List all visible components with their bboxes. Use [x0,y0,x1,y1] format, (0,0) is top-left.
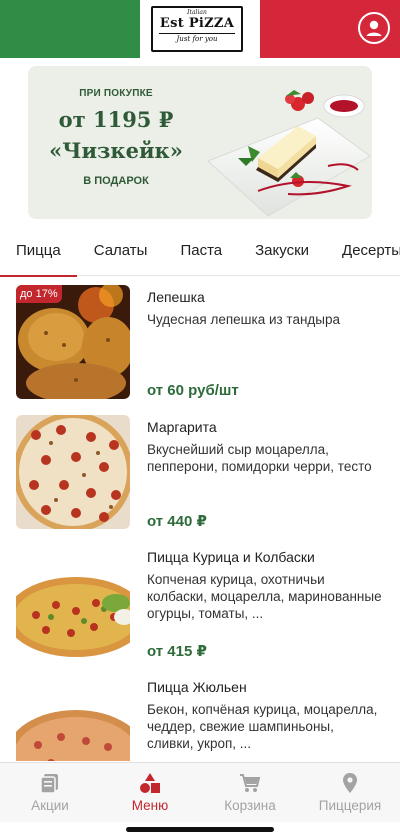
profile-button[interactable] [358,12,390,44]
logo[interactable]: Italian Est PiZZA Just for you [151,6,243,52]
nav-menu[interactable]: Меню [100,763,200,822]
promo-line-condition: ПРИ ПОКУПКЕ [79,88,153,99]
menu-icon [140,773,160,793]
app-header: Italian Est PiZZA Just for you [0,0,400,58]
product-list: до 17% Лепешка Чудесная лепешка из танды… [0,283,400,761]
logo-sub-text: Just for you [176,35,218,43]
nav-label: Меню [131,798,169,813]
tab-pasta[interactable]: Паста [180,232,222,276]
margherita-image [16,415,130,529]
nav-cart[interactable]: Корзина [200,763,300,822]
product-price: от 60 руб/шт [147,382,239,399]
tab-desserts[interactable]: Десерты [342,232,400,276]
product-image: до 17% [16,285,130,399]
nav-label: Корзина [224,798,276,813]
julienne-pizza-image [16,675,130,761]
category-tabs: Пицца Салаты Паста Закуски Десерты [0,232,400,277]
nav-pizzeria[interactable]: Пиццерия [300,763,400,822]
promo-text: ПРИ ПОКУПКЕ от 1195 ₽ «Чизкейк» В ПОДАРО… [36,86,196,187]
tab-pizza[interactable]: Пицца [0,232,77,277]
flag-red-stripe [260,0,400,58]
product-price: от 440 ₽ [147,513,207,530]
product-item[interactable]: до 17% Лепешка Чудесная лепешка из танды… [0,285,400,399]
promo-line-amount: от 1195 ₽ [58,107,174,132]
cart-icon [240,774,261,792]
product-description: Чудесная лепешка из тандыра [147,312,341,327]
product-title: Пицца Курица и Колбаски [147,549,315,565]
product-title: Пицца Жюльен [147,679,247,695]
profile-icon [366,20,382,36]
location-pin-icon [343,773,357,793]
product-item[interactable]: Маргарита Вкуснейший сыр моцарелла, пепп… [0,415,400,530]
product-price: от 415 ₽ [147,643,207,660]
chicken-sausage-pizza-image [16,545,130,659]
promotions-icon [40,774,58,794]
flag-white-stripe: Italian Est PiZZA Just for you [140,0,260,58]
bottom-navigation: Акции Меню Корзина Пиццерия [0,762,400,822]
tab-salads[interactable]: Салаты [94,232,148,276]
product-title: Лепешка [147,289,205,305]
flag-green-stripe [0,0,140,58]
product-image [16,415,130,529]
nav-promotions[interactable]: Акции [0,763,100,822]
promo-banner[interactable]: ПРИ ПОКУПКЕ от 1195 ₽ «Чизкейк» В ПОДАРО… [28,66,372,219]
nav-label: Акции [31,798,69,813]
product-image [16,675,130,761]
logo-main-text: Est PiZZA [159,16,235,34]
logo-top-text: Italian [187,9,207,16]
product-item[interactable]: Пицца Курица и Колбаски Копченая курица,… [0,545,400,660]
cheesecake-image [207,90,371,217]
product-description: Бекон, копчёная курица, моцарелла, чедде… [147,702,378,751]
product-description: Копченая курица, охотничьи колбаски, моц… [147,572,382,621]
nav-label: Пиццерия [318,798,382,813]
discount-badge: до 17% [16,285,62,303]
product-item[interactable]: Пицца Жюльен Бекон, копчёная курица, моц… [0,675,400,761]
tab-snacks[interactable]: Закуски [255,232,309,276]
product-title: Маргарита [147,419,217,435]
promo-line-product: «Чизкейк» [49,138,183,163]
product-image [16,545,130,659]
home-indicator [126,827,274,832]
promo-line-gift: В ПОДАРОК [83,175,149,187]
product-description: Вкуснейший сыр моцарелла, пепперони, пом… [147,442,372,474]
